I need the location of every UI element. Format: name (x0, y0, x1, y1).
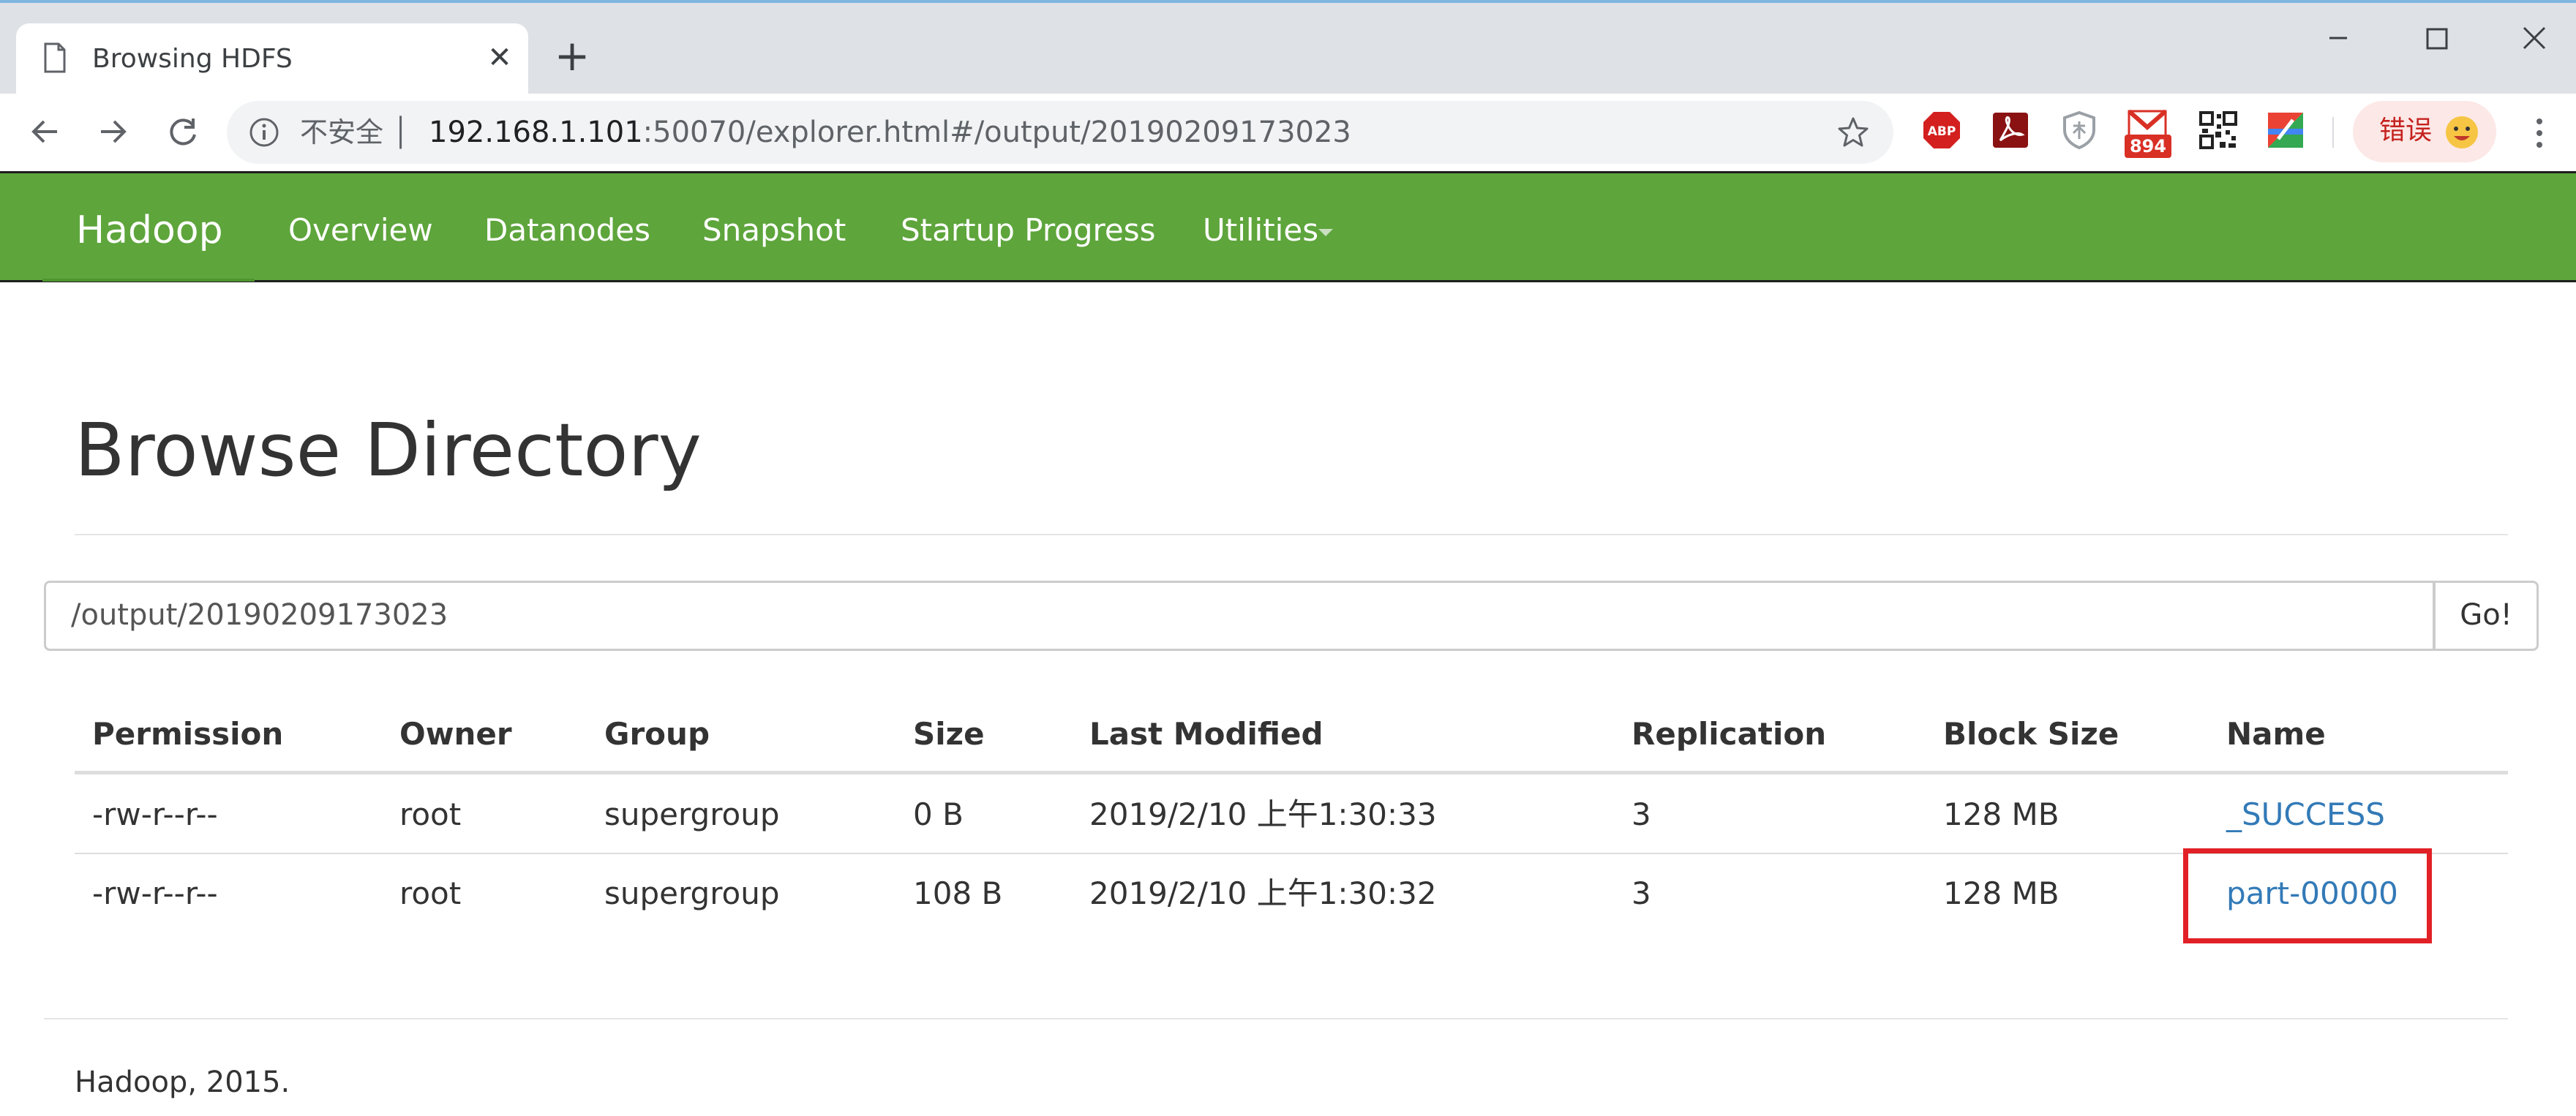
minimize-icon[interactable] (2316, 18, 2360, 59)
cell-block-size: 128 MB (1943, 796, 2059, 832)
directory-input[interactable]: /output/20190209173023 (44, 581, 2435, 651)
footer-divider (44, 1018, 2508, 1019)
url-path: :50070/explorer.html#/output/20190209173… (642, 116, 1351, 149)
avatar-icon (2444, 114, 2480, 151)
cell-permission: -rw-r--r-- (92, 796, 218, 832)
pdf-icon[interactable] (1990, 110, 2031, 151)
colorful-extension-icon[interactable] (2265, 110, 2306, 151)
column-header-last-modified[interactable]: Last Modified (1089, 712, 1323, 756)
cell-replication: 3 (1631, 796, 1651, 832)
tab-title: Browsing HDFS (92, 44, 293, 74)
bookmark-star-icon[interactable] (1836, 116, 1870, 149)
cell-block-size: 128 MB (1943, 875, 2059, 911)
profile-error-button[interactable]: 错误 (2353, 101, 2496, 162)
gmail-icon[interactable]: 894 (2125, 107, 2171, 158)
more-menu-icon[interactable] (2521, 113, 2558, 154)
security-label: 不安全 │ (300, 116, 409, 148)
footer-text: Hadoop, 2015. (75, 1066, 290, 1099)
cell-owner: root (399, 796, 462, 832)
red-highlight-box (2183, 848, 2432, 943)
reload-icon[interactable] (161, 110, 205, 154)
new-tab-button[interactable]: + (550, 34, 594, 79)
page-icon (44, 42, 66, 73)
gmail-badge: 894 (2130, 136, 2166, 157)
error-label: 错误 (2379, 116, 2433, 146)
cell-size: 0 B (913, 796, 964, 832)
qr-code-icon[interactable] (2198, 110, 2239, 151)
nav-overview[interactable]: Overview (288, 210, 433, 251)
column-header-size[interactable]: Size (913, 712, 985, 756)
nav-datanodes[interactable]: Datanodes (484, 210, 650, 251)
page-title: Browse Directory (75, 407, 702, 493)
column-header-name[interactable]: Name (2226, 712, 2326, 756)
file-link-success[interactable]: _SUCCESS (2226, 793, 2385, 837)
url-host: 192.168.1.101 (429, 116, 643, 149)
cell-replication: 3 (1631, 875, 1651, 911)
hadoop-navbar: Hadoop Overview Datanodes Snapshot Start… (0, 171, 2576, 282)
abp-icon[interactable]: ABP (1921, 110, 1962, 151)
maximize-icon[interactable] (2414, 18, 2458, 59)
column-header-owner[interactable]: Owner (399, 712, 512, 756)
browser-tab-strip: Browsing HDFS ✕ + (0, 0, 2576, 97)
column-header-replication[interactable]: Replication (1631, 712, 1826, 756)
cell-owner: root (399, 875, 462, 911)
tab-close-icon[interactable]: ✕ (481, 39, 518, 76)
cell-group: supergroup (604, 796, 780, 832)
go-button[interactable]: Go! (2433, 581, 2539, 651)
brand-underline (42, 279, 255, 282)
close-window-icon[interactable] (2512, 18, 2556, 59)
toolbar-divider (2332, 117, 2334, 148)
back-arrow-icon[interactable] (23, 110, 67, 154)
brand-link[interactable]: Hadoop (76, 207, 223, 254)
forward-arrow-icon[interactable] (91, 110, 135, 154)
column-header-block-size[interactable]: Block Size (1943, 712, 2119, 756)
browser-toolbar: 不安全 │ 192.168.1.101:50070/explorer.html#… (0, 94, 2576, 171)
cell-last-modified: 2019/2/10 上午1:30:33 (1089, 796, 1437, 832)
cell-last-modified: 2019/2/10 上午1:30:32 (1089, 875, 1437, 911)
nav-snapshot[interactable]: Snapshot (702, 210, 846, 251)
abp-label: ABP (1928, 124, 1956, 139)
column-header-group[interactable]: Group (604, 712, 710, 756)
browser-tab[interactable]: Browsing HDFS ✕ (16, 23, 528, 97)
nav-startup-progress[interactable]: Startup Progress (901, 210, 1155, 251)
nav-utilities[interactable]: Utilities (1203, 210, 1318, 251)
cell-size: 108 B (913, 875, 1003, 911)
caret-down-icon[interactable] (1318, 229, 1333, 236)
address-bar[interactable]: 不安全 │ 192.168.1.101:50070/explorer.html#… (227, 101, 1893, 164)
divider (75, 534, 2508, 535)
table-header-rule (75, 771, 2508, 774)
cell-permission: -rw-r--r-- (92, 875, 218, 911)
column-header-permission[interactable]: Permission (92, 712, 283, 756)
shield-extension-icon[interactable] (2059, 110, 2100, 151)
info-icon[interactable] (249, 117, 279, 148)
url-text[interactable]: 192.168.1.101:50070/explorer.html#/outpu… (429, 114, 1351, 151)
cell-group: supergroup (604, 875, 780, 911)
